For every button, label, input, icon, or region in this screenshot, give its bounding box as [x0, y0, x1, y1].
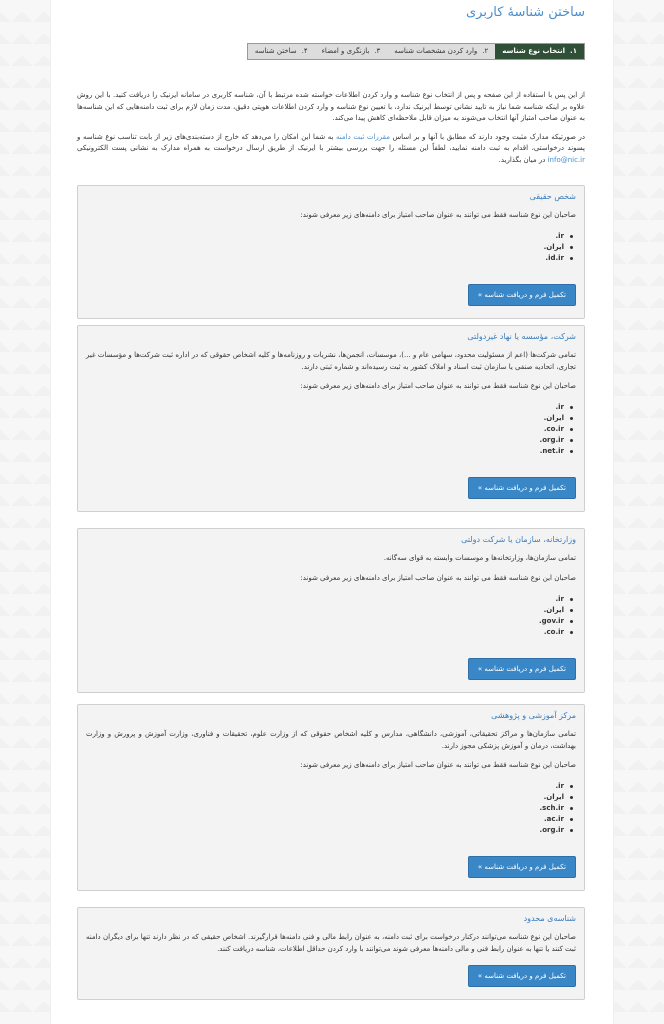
card-limited-handle: شناسه‌ی محدود صاحبان این نوع شناسه می‌تو… [77, 907, 585, 1000]
domain-item: .net.ir [86, 446, 573, 457]
domain-item: .ir [86, 781, 573, 792]
get-handle-button[interactable]: تکمیل فرم و دریافت شناسه » [467, 856, 576, 878]
domain-list: .ir .ایران .gov.ir .co.ir [86, 594, 576, 638]
domain-item: .ir [86, 594, 573, 605]
card-title: مرکز آموزشی و پژوهشی [491, 711, 576, 720]
card-note: صاحبان این نوع شناسه فقط می توانند به عن… [300, 211, 576, 219]
domain-item: .ایران [86, 792, 573, 803]
page-container: ساختن شناسهٔ کاربری ۱.انتخاب نوع شناسه ۲… [50, 0, 614, 1024]
step-review-sign: ۳.بازنگری و امضاء [321, 47, 381, 55]
card-description: تمامی شرکت‌ها (اعم از مسئولیت محدود، سها… [86, 351, 576, 371]
card-title: شناسه‌ی محدود [523, 914, 576, 923]
step-create-handle: ۴.ساختن شناسه [254, 47, 308, 55]
domain-item: .org.ir [86, 435, 573, 446]
domain-item: .ایران [86, 242, 573, 253]
card-note: صاحبان این نوع شناسه فقط می توانند به عن… [300, 573, 576, 582]
get-handle-button[interactable]: تکمیل فرم و دریافت شناسه » [467, 284, 576, 306]
card-company: شرکت، مؤسسه یا نهاد غیردولتی تمامی شرکت‌… [77, 325, 585, 512]
domain-item: .gov.ir [86, 616, 573, 627]
card-title: شرکت، مؤسسه یا نهاد غیردولتی [467, 332, 576, 341]
card-educational: مرکز آموزشی و پژوهشی تمامی سازمان‌ها و م… [77, 704, 585, 891]
domain-item: .ایران [86, 605, 573, 616]
card-description: تمامی سازمان‌ها و مراکز تحقیقاتی، آموزشی… [86, 730, 576, 750]
domain-item: .id.ir [86, 253, 573, 264]
get-handle-button[interactable]: تکمیل فرم و دریافت شناسه » [467, 965, 576, 987]
domain-item: .sch.ir [86, 803, 573, 814]
step-select-type: ۱.انتخاب نوع شناسه [495, 44, 584, 59]
card-description: صاحبان این نوع شناسه می‌توانند درکنار در… [86, 933, 576, 953]
wizard-steps: ۱.انتخاب نوع شناسه ۲.وارد کردن مشخصات شن… [246, 43, 585, 60]
card-title: شخص حقیقی [529, 192, 576, 201]
card-title: وزارتخانه، سازمان یا شرکت دولتی [461, 535, 576, 544]
intro-paragraph-1: از این پس با استفاده از این صفحه و پس از… [77, 91, 585, 122]
domain-list: .ir .ایران .sch.ir .ac.ir .org.ir [86, 781, 576, 836]
intro-paragraph-2: در صورتیکه مدارک مثبت وجود دارند که مطاب… [77, 132, 585, 164]
domain-item: .co.ir [86, 424, 573, 435]
domain-item: .org.ir [86, 825, 573, 836]
card-note: صاحبان این نوع شناسه فقط می توانند به عن… [300, 761, 576, 769]
domain-item: .ac.ir [86, 814, 573, 825]
domain-item: .ir [86, 231, 573, 242]
card-description: تمامی سازمان‌ها، وزارتخانه‌ها و موسسات و… [383, 554, 576, 562]
get-handle-button[interactable]: تکمیل فرم و دریافت شناسه » [467, 477, 576, 499]
email-link[interactable]: info@nic.ir [548, 156, 585, 164]
step-enter-details: ۲.وارد کردن مشخصات شناسه [394, 47, 489, 55]
domain-item: .ir [86, 402, 573, 413]
intro-text: از این پس با استفاده از این صفحه و پس از… [77, 90, 585, 173]
domain-list: .ir .ایران .co.ir .org.ir .net.ir [86, 402, 576, 457]
page-title: ساختن شناسهٔ کاربری [465, 5, 585, 20]
domain-list: .ir .ایران .id.ir [86, 231, 576, 264]
get-handle-button[interactable]: تکمیل فرم و دریافت شناسه » [467, 657, 576, 680]
domain-item: .co.ir [86, 627, 573, 638]
domain-item: .ایران [86, 413, 573, 424]
card-natural-person: شخص حقیقی صاحبان این نوع شناسه فقط می تو… [77, 185, 585, 319]
card-government: وزارتخانه، سازمان یا شرکت دولتی تمامی سا… [77, 528, 585, 693]
domain-rules-link[interactable]: مقررات ثبت دامنه [336, 133, 390, 141]
card-note: صاحبان این نوع شناسه فقط می توانند به عن… [300, 382, 576, 390]
